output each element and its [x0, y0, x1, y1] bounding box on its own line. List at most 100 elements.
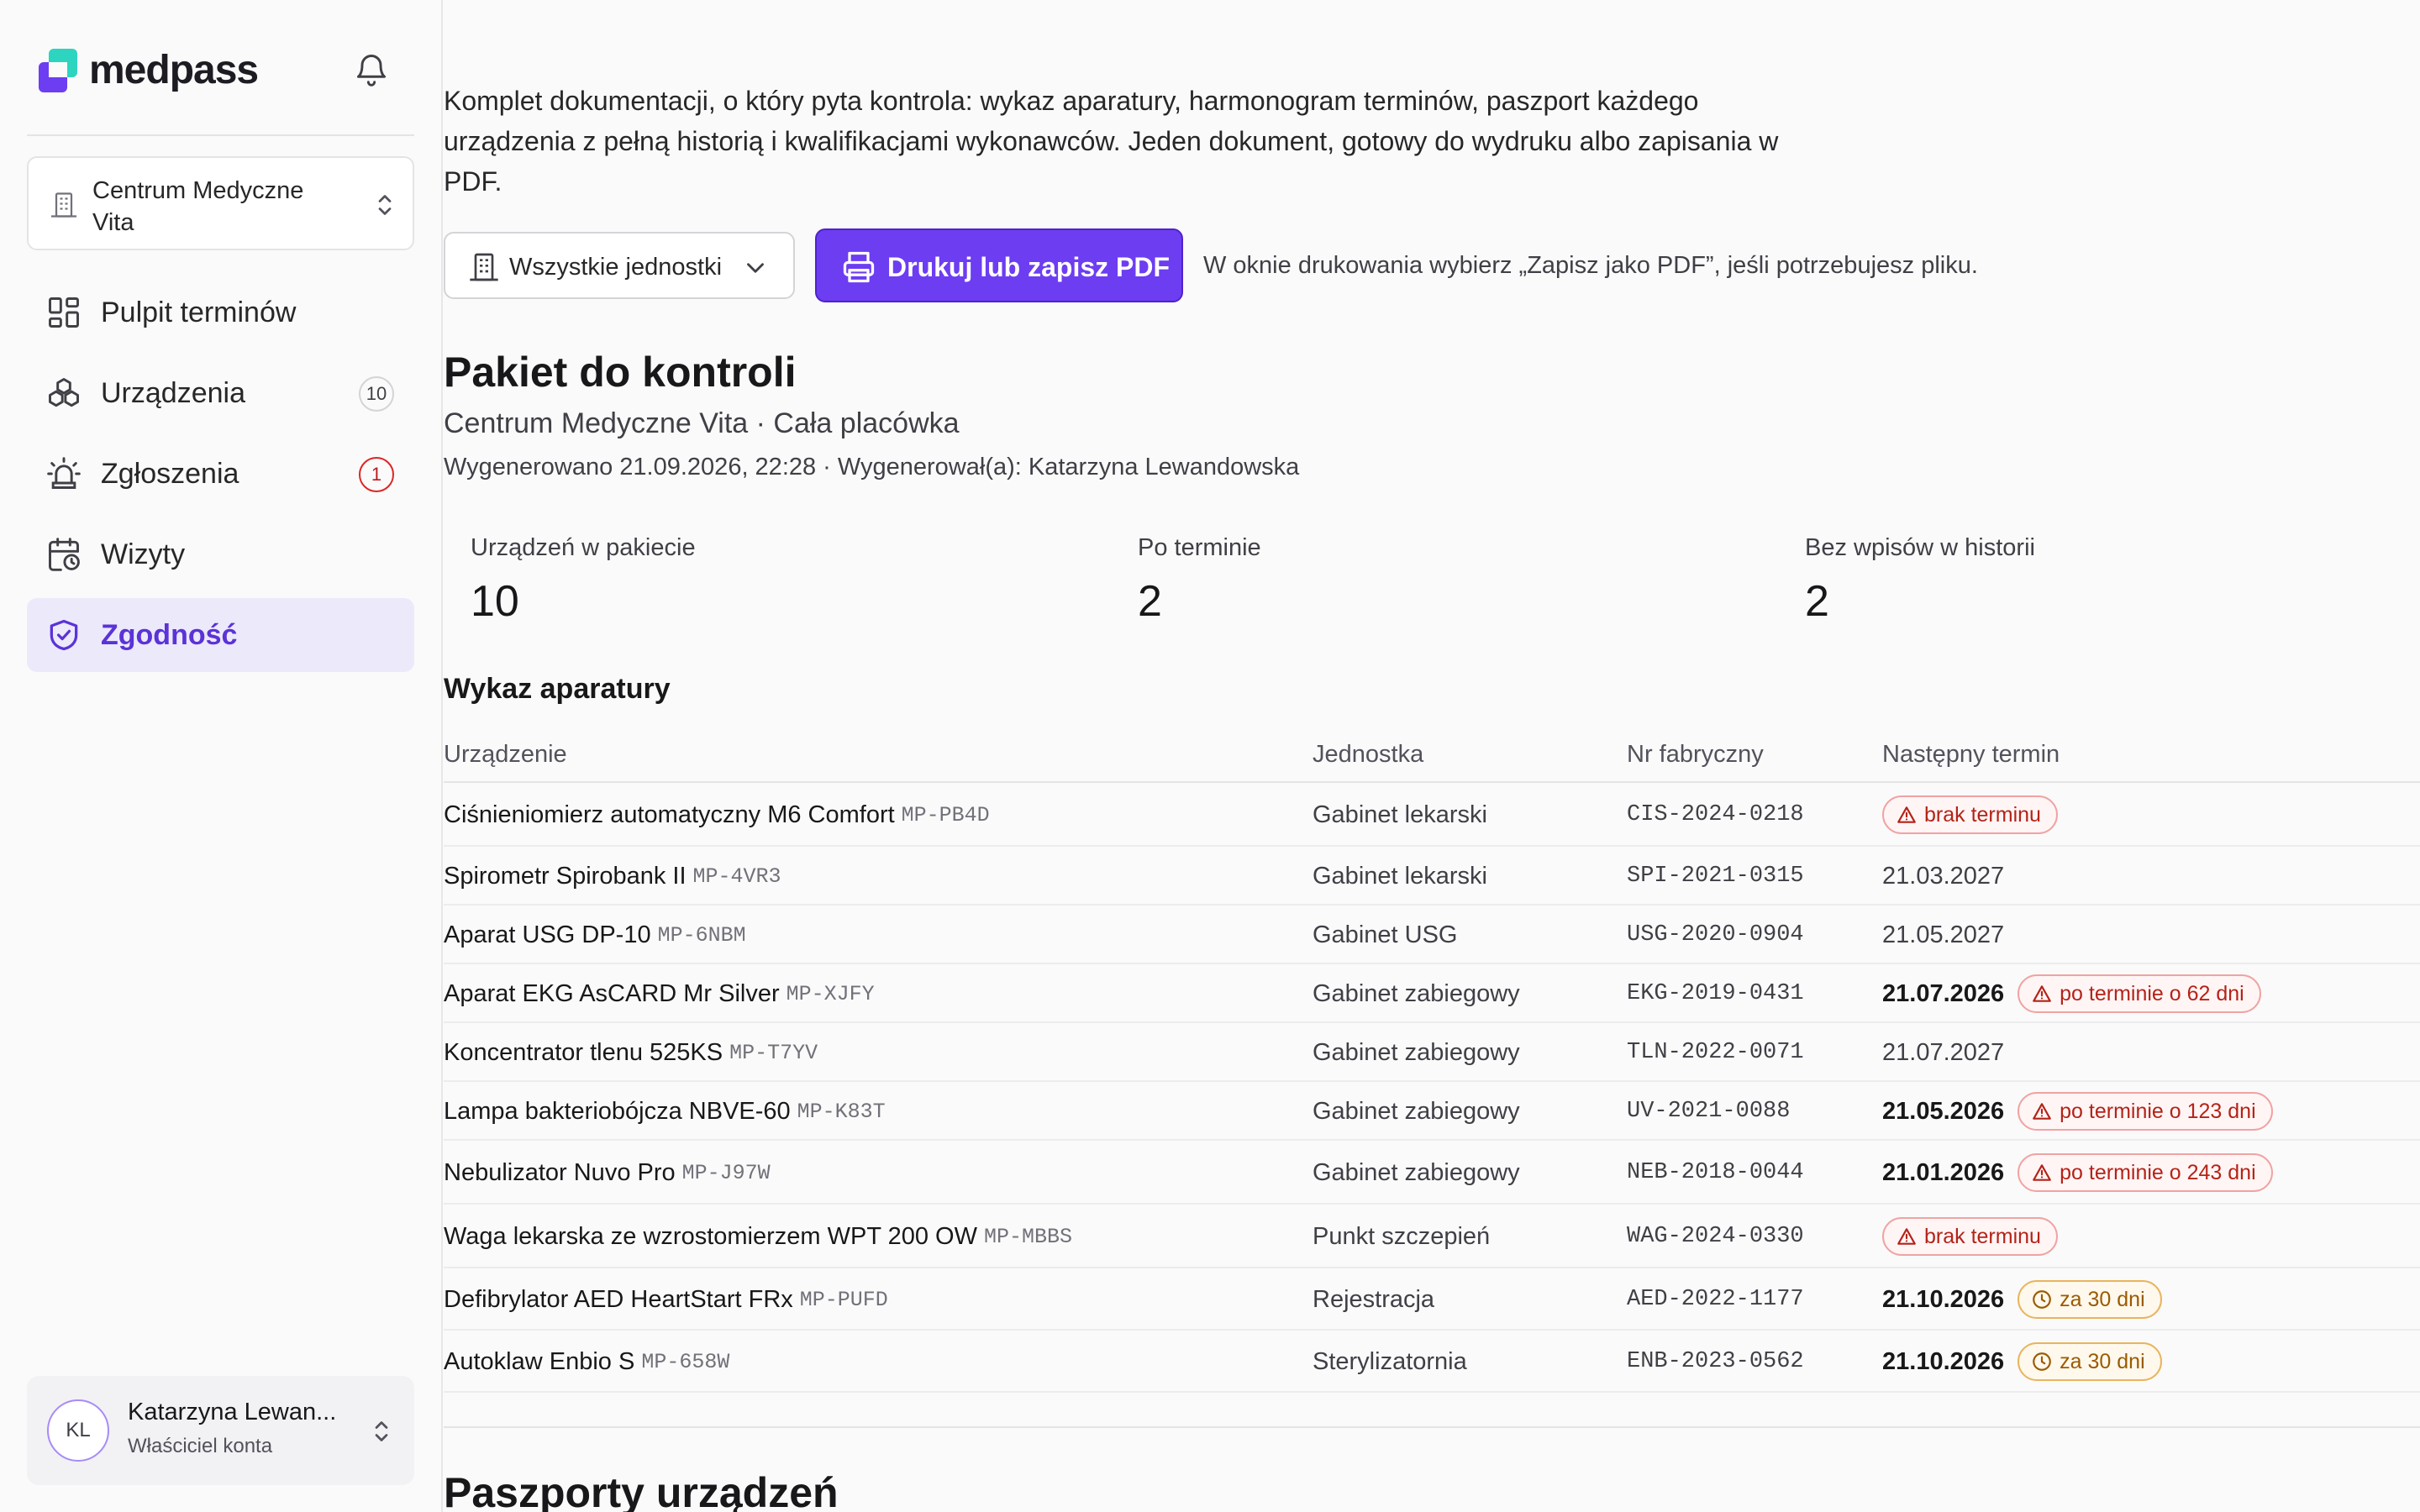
printer-icon: [843, 251, 875, 283]
logo-text: medpass: [89, 48, 259, 92]
equipment-table: Urządzenie Jednostka Nr fabryczny Następ…: [444, 727, 2420, 1393]
intro-text: Komplet dokumentacji, o który pyta kontr…: [444, 86, 1779, 197]
package-title: Pakiet do kontroli: [444, 349, 797, 396]
calendar-clock-icon: [49, 538, 80, 571]
col-header-device: Urządzenie: [444, 741, 567, 768]
cell-device: Aparat USG DP-10 MP-6NBM: [444, 906, 746, 964]
cell-device: Spirometr Spirobank II MP-4VR3: [444, 847, 781, 906]
building-icon: [51, 192, 76, 218]
status-badge: brak terminu: [1882, 1217, 2058, 1256]
table-row[interactable]: Nebulizator Nuvo Pro MP-J97W Gabinet zabie…: [444, 1141, 2420, 1205]
cell-device: Aparat EKG AsCARD Mr Silver MP-XJFY: [444, 964, 875, 1023]
device-code: MP-PB4D: [901, 802, 990, 827]
status-badge-label: brak terminu: [1924, 802, 2041, 827]
chevron-down-icon: [747, 263, 764, 273]
sidebar-item-compliance[interactable]: Zgodność: [27, 598, 414, 672]
clock-icon: [2033, 1352, 2051, 1371]
print-hint: W oknie drukowania wybierz „Zapisz jako …: [1203, 252, 1978, 279]
passports-title: Paszporty urządzeń: [444, 1469, 839, 1512]
next-date: 21.05.2027: [1882, 921, 2005, 948]
sidebar-item-dashboard[interactable]: Pulpit terminów: [27, 276, 414, 349]
package-meta: Wygenerowano 21.09.2026, 22:28 · Wygener…: [444, 454, 1300, 480]
sidebar-item-label: Zgłoszenia: [101, 458, 239, 490]
devices-count-badge: 10: [359, 376, 394, 412]
table-row[interactable]: Aparat USG DP-10 MP-6NBM Gabinet USG USG-20…: [444, 906, 2420, 964]
cell-serial: AED-2022-1177: [1627, 1287, 1804, 1312]
user-menu[interactable]: KL Katarzyna Lewan... Właściciel konta: [27, 1376, 414, 1485]
device-code: MP-6NBM: [657, 922, 746, 948]
chevron-up-down-icon: [375, 1421, 388, 1441]
sidebar-item-devices[interactable]: Urządzenia 10: [27, 356, 414, 430]
device-name: Aparat EKG AsCARD Mr Silver: [444, 979, 780, 1007]
status-badge: po terminie o 123 dni: [2018, 1092, 2273, 1131]
cell-device: Ciśnieniomierz automatyczny M6 Comfort MP…: [444, 783, 990, 847]
cell-unit: Punkt szczepień: [1313, 1222, 1491, 1250]
sidebar-divider: [27, 134, 414, 136]
cell-serial: SPI-2021-0315: [1627, 864, 1804, 889]
device-name: Defibrylator AED HeartStart FRx: [444, 1285, 793, 1313]
bell-icon[interactable]: [353, 50, 390, 89]
reports-count-badge: 1: [359, 457, 394, 492]
table-row[interactable]: Ciśnieniomierz automatyczny M6 Comfort MP…: [444, 783, 2420, 847]
table-row[interactable]: Waga lekarska ze wzrostomierzem WPT 200 …: [444, 1205, 2420, 1268]
unit-select-value: Wszystkie jednostki: [509, 254, 723, 281]
status-badge: za 30 dni: [2018, 1342, 2162, 1381]
print-pdf-button[interactable]: Drukuj lub zapisz PDF: [815, 228, 1183, 302]
cell-serial: UV-2021-0088: [1627, 1099, 1791, 1124]
cell-serial: ENB-2023-0562: [1627, 1349, 1804, 1374]
device-name: Aparat USG DP-10: [444, 921, 651, 948]
stat-value: 2: [1805, 577, 1829, 626]
shield-check-icon: [50, 619, 78, 651]
table-row[interactable]: Aparat EKG AsCARD Mr Silver MP-XJFY Gabine…: [444, 964, 2420, 1023]
table-row[interactable]: Defibrylator AED HeartStart FRx MP-PUFD Re…: [444, 1268, 2420, 1331]
main-content: Komplet dokumentacji, o który pyta kontr…: [444, 0, 2420, 1512]
status-badge-label: za 30 dni: [2060, 1287, 2145, 1311]
dashboard-icon: [49, 297, 79, 328]
table-row[interactable]: Koncentrator tlenu 525KS MP-T7YV Gabinet z…: [444, 1023, 2420, 1082]
device-code: MP-PUFD: [799, 1287, 888, 1312]
cell-next-date: 21.07.2027: [1882, 1023, 2004, 1082]
next-date: 21.07.2026: [1882, 979, 2005, 1007]
table-row[interactable]: Spirometr Spirobank II MP-4VR3 Gabinet lek…: [444, 847, 2420, 906]
status-badge-label: po terminie o 243 dni: [2060, 1160, 2256, 1184]
warning-icon: [1897, 1228, 1916, 1245]
avatar: KL: [47, 1399, 109, 1462]
logo[interactable]: medpass: [39, 45, 392, 96]
device-code: MP-4VR3: [692, 864, 781, 889]
next-date: 21.01.2026: [1882, 1158, 2005, 1186]
stat-label: Urządzeń w pakiecie: [471, 534, 696, 561]
unit-select[interactable]: Wszystkie jednostki: [444, 232, 795, 299]
sidebar-item-label: Pulpit terminów: [101, 297, 297, 328]
user-name: Katarzyna Lewan...: [128, 1399, 337, 1425]
table-header: Urządzenie Jednostka Nr fabryczny Następ…: [444, 727, 2420, 783]
status-badge-label: za 30 dni: [2060, 1349, 2145, 1373]
org-switcher[interactable]: Centrum Medyczne Vita: [27, 156, 414, 250]
cell-serial: TLN-2022-0071: [1627, 1040, 1804, 1065]
cell-unit: Gabinet zabiegowy: [1313, 1097, 1520, 1125]
status-badge: za 30 dni: [2018, 1280, 2162, 1319]
cell-device: Nebulizator Nuvo Pro MP-J97W: [444, 1141, 771, 1205]
device-name: Nebulizator Nuvo Pro: [444, 1158, 676, 1186]
print-pdf-label: Drukuj lub zapisz PDF: [887, 252, 1171, 282]
sidebar-nav: Pulpit terminów Urządzenia 10 Zgłoszenia…: [27, 276, 414, 679]
stat-value: 10: [471, 577, 519, 626]
clock-icon: [2033, 1290, 2051, 1309]
next-date: 21.05.2026: [1882, 1097, 2005, 1125]
col-header-unit: Jednostka: [1313, 741, 1424, 768]
org-name: Centrum Medyczne Vita: [92, 177, 304, 236]
sidebar-item-label: Zgodność: [101, 619, 238, 651]
cell-unit: Gabinet zabiegowy: [1313, 1038, 1520, 1066]
stat-label: Bez wpisów w historii: [1805, 534, 2035, 561]
device-code: MP-K83T: [797, 1099, 886, 1124]
cell-device: Autoklaw Enbio S MP-658W: [444, 1331, 729, 1393]
alarm-icon: [47, 457, 81, 489]
cell-unit: Gabinet lekarski: [1313, 862, 1487, 890]
sidebar: medpass Centrum Medyczne Vita Pulpit ter…: [0, 0, 443, 1512]
table-row[interactable]: Lampa bakteriobójcza NBVE-60 MP-K83T Gabin…: [444, 1082, 2420, 1141]
cell-device: Lampa bakteriobójcza NBVE-60 MP-K83T: [444, 1082, 886, 1141]
sidebar-item-visits[interactable]: Wizyty: [27, 517, 414, 591]
col-header-serial: Nr fabryczny: [1627, 741, 1764, 768]
table-row[interactable]: Autoklaw Enbio S MP-658W Sterylizatornia EN…: [444, 1331, 2420, 1393]
sidebar-item-reports[interactable]: Zgłoszenia 1: [27, 437, 414, 511]
cell-unit: Rejestracja: [1313, 1285, 1435, 1313]
